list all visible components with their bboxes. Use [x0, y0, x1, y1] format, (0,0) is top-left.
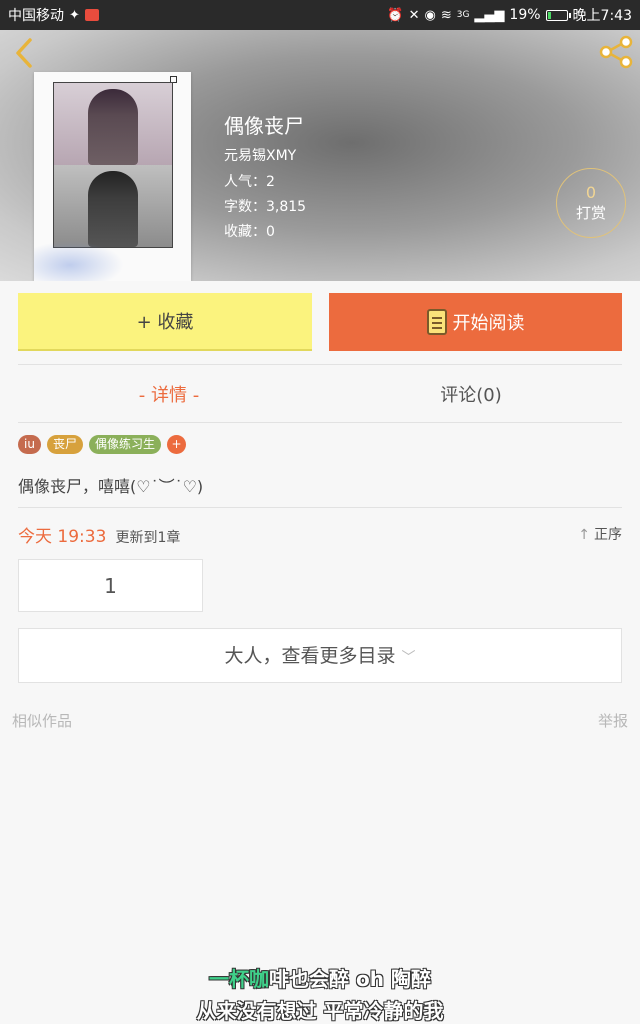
tab-details[interactable]: - 详情 -	[18, 381, 320, 407]
book-author[interactable]: 元易锡XMY	[224, 145, 296, 165]
report-link[interactable]: 举报	[598, 710, 628, 731]
app-notification-icon	[84, 9, 99, 21]
share-icon	[599, 35, 633, 69]
cover-photo-frame	[53, 82, 173, 248]
cover-figure-bottom	[88, 171, 138, 247]
tag-iu[interactable]: iu	[18, 435, 41, 454]
book-description: 偶像丧尸，嘻嘻(♡˙︶˙♡)	[18, 477, 204, 496]
battery-percent: 19%	[509, 7, 541, 23]
similar-works-heading: 相似作品	[12, 712, 73, 730]
mute-icon: ✕	[408, 7, 420, 23]
eye-icon: ◉	[424, 7, 436, 23]
cover-watercolor	[34, 241, 124, 281]
more-catalog-button[interactable]: 大人，查看更多目录 ﹀	[18, 628, 622, 683]
book-cover[interactable]	[34, 72, 191, 281]
flame-icon: ✦	[69, 7, 80, 23]
book-word-count: 字数：3,815	[224, 199, 307, 215]
divider	[18, 507, 622, 508]
network-type: 3G	[456, 10, 470, 20]
tip-count: 0	[585, 183, 597, 202]
tip-button[interactable]: 0 打赏	[556, 168, 626, 238]
book-icon	[426, 309, 447, 335]
sort-order-button[interactable]: ↑ 正序	[578, 524, 622, 544]
alarm-icon: ⏰	[387, 7, 404, 23]
back-button[interactable]	[10, 34, 40, 72]
update-info: 今天 19:33 更新到1章 ↑ 正序	[18, 522, 622, 547]
favorite-label: + 收藏	[136, 312, 194, 333]
battery-fill	[547, 11, 552, 19]
share-button[interactable]	[598, 34, 634, 70]
lyric-line-1-rest: 啡也会醉 oh 陶醉	[269, 967, 431, 991]
tab-comments[interactable]: 评论(0)	[320, 381, 622, 407]
tip-label: 打赏	[575, 204, 606, 222]
book-popularity: 人气：2	[224, 174, 275, 190]
carrier-label: 中国移动	[8, 8, 64, 24]
cover-photo-bottom	[54, 165, 172, 247]
divider	[18, 422, 622, 423]
tag-idol-trainee[interactable]: 偶像练习生	[88, 435, 161, 454]
chapter-item[interactable]: 1	[18, 559, 203, 612]
tag-list: iu 丧尸 偶像练习生 +	[18, 435, 186, 454]
lyric-line-2: 从来没有想过 平常冷静的我	[196, 999, 444, 1023]
update-text: 更新到1章	[115, 530, 181, 546]
cover-photo-top	[54, 83, 172, 165]
more-catalog-label: 大人，查看更多目录	[224, 645, 396, 667]
update-time: 今天 19:33	[18, 527, 107, 547]
lyric-line-1-highlight: 一杯咖	[209, 967, 270, 991]
chevron-left-icon	[16, 38, 32, 68]
book-header: 偶像丧尸 元易锡XMY 人气：2 字数：3,815 收藏：0 0 打赏	[0, 30, 640, 281]
status-bar: 中国移动 ✦ ⏰ ✕ ◉ ≋ 3G ▂▄▆ 19% 晚上7:43	[0, 0, 640, 30]
book-title: 偶像丧尸	[224, 114, 304, 138]
chevron-down-icon: ﹀	[401, 650, 416, 666]
signal-icon: ▂▄▆	[474, 7, 505, 23]
divider	[18, 364, 622, 365]
cover-figure-top	[88, 89, 138, 165]
arrow-up-icon: ↑	[578, 527, 590, 543]
book-favorites: 收藏：0	[224, 224, 275, 240]
add-tag-button[interactable]: +	[166, 435, 186, 454]
clock: 晚上7:43	[572, 8, 632, 24]
lyric-line-1: 一杯咖啡也会醉 oh 陶醉	[0, 963, 640, 992]
sort-order-label: 正序	[594, 527, 622, 543]
start-reading-button[interactable]: 开始阅读	[329, 293, 622, 351]
battery-icon	[545, 9, 571, 21]
tag-zombie[interactable]: 丧尸	[46, 435, 83, 454]
favorite-button[interactable]: + 收藏	[18, 293, 312, 351]
start-reading-label: 开始阅读	[452, 313, 525, 334]
wifi-icon: ≋	[440, 7, 452, 23]
